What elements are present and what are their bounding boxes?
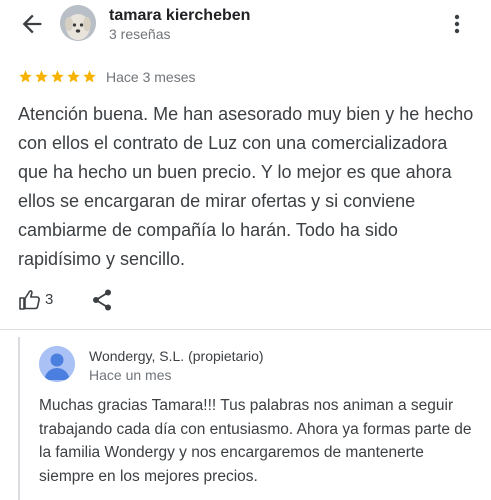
star-icon <box>51 70 64 83</box>
star-icon <box>67 70 80 83</box>
more-vert-icon[interactable] <box>445 10 469 38</box>
owner-response-date: Hace un mes <box>89 367 172 383</box>
reviewer-review-count: 3 reseñas <box>109 26 171 42</box>
reviewer-avatar[interactable] <box>60 5 96 41</box>
divider <box>0 329 491 330</box>
star-icon <box>35 70 48 83</box>
owner-response-text: Muchas gracias Tamara!!! Tus palabras no… <box>39 397 472 485</box>
share-icon[interactable] <box>91 288 113 312</box>
reviewer-name[interactable]: tamara kiercheben <box>109 7 250 25</box>
star-icon <box>19 70 32 83</box>
owner-avatar <box>39 346 75 382</box>
star-rating <box>18 69 97 85</box>
owner-name: Wondergy, S.L. (propietario) <box>89 348 264 364</box>
thumb-up-icon[interactable] <box>18 288 42 312</box>
star-icon <box>83 70 96 83</box>
review-date: Hace 3 meses <box>106 69 196 85</box>
response-indent-bar <box>18 337 20 500</box>
like-count: 3 <box>45 291 54 308</box>
review-text: Atención buena. Me han asesorado muy bie… <box>18 104 474 269</box>
back-arrow-icon[interactable] <box>18 10 46 38</box>
